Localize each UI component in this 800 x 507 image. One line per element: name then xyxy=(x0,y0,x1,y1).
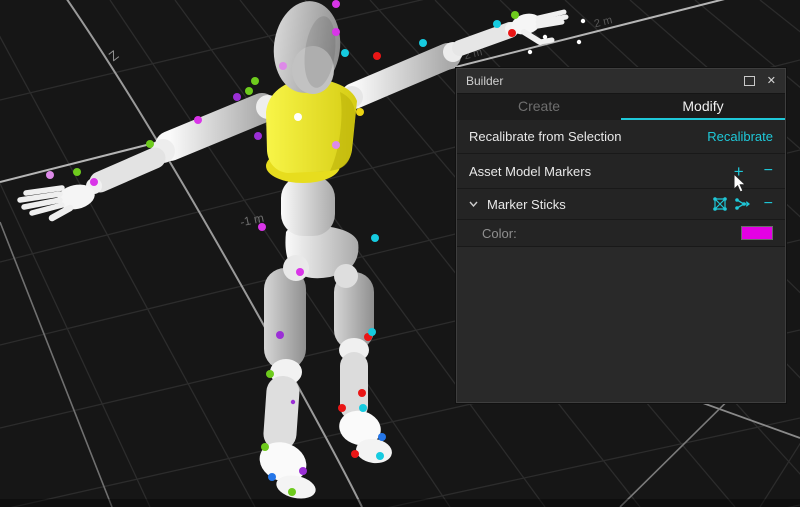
marker-dot[interactable] xyxy=(332,0,340,8)
builder-panel-titlebar[interactable]: Builder ✕ xyxy=(457,69,785,93)
marker-dot[interactable] xyxy=(288,488,296,496)
stick-color-row: Color: xyxy=(457,220,785,247)
marker-dot[interactable] xyxy=(261,443,269,451)
marker-dot[interactable] xyxy=(508,29,516,37)
marker-dot[interactable] xyxy=(373,52,381,60)
marker-dot[interactable] xyxy=(258,223,266,231)
marker-dot[interactable] xyxy=(419,39,427,47)
color-label: Color: xyxy=(482,226,517,241)
marker-dot[interactable] xyxy=(268,473,276,481)
tab-modify[interactable]: Modify xyxy=(621,94,785,120)
viewport-bottom-edge xyxy=(0,499,800,507)
marker-dot[interactable] xyxy=(376,452,384,460)
marker-dot[interactable] xyxy=(351,450,359,458)
marker-dot[interactable] xyxy=(368,328,376,336)
create-sticks-chain-icon[interactable] xyxy=(734,196,750,212)
marker-dot[interactable] xyxy=(266,370,274,378)
color-swatch[interactable] xyxy=(741,226,773,240)
marker-dot[interactable] xyxy=(332,141,340,149)
marker-sticks-actions: − xyxy=(712,196,773,212)
asset-model-markers-row: Asset Model Markers + − xyxy=(457,154,785,189)
marker-dot[interactable] xyxy=(577,40,581,44)
recalibrate-label: Recalibrate from Selection xyxy=(469,129,621,144)
add-marker-button[interactable]: + xyxy=(734,163,744,180)
marker-dot[interactable] xyxy=(543,35,547,39)
marker-dot[interactable] xyxy=(356,108,364,116)
marker-dot[interactable] xyxy=(254,132,262,140)
marker-dot[interactable] xyxy=(233,93,241,101)
marker-dot[interactable] xyxy=(371,234,379,242)
recalibrate-row: Recalibrate from Selection Recalibrate xyxy=(457,120,785,154)
builder-tabbar: Create Modify xyxy=(457,93,785,120)
marker-dot[interactable] xyxy=(358,389,366,397)
marker-dot[interactable] xyxy=(299,467,307,475)
marker-dot[interactable] xyxy=(378,433,386,441)
float-window-icon[interactable] xyxy=(744,76,755,86)
marker-dot[interactable] xyxy=(279,62,287,70)
panel-title: Builder xyxy=(466,74,503,88)
remove-marker-button[interactable]: − xyxy=(764,163,773,179)
marker-dot[interactable] xyxy=(73,168,81,176)
marker-dot[interactable] xyxy=(528,50,532,54)
tab-create[interactable]: Create xyxy=(457,94,621,120)
marker-dot[interactable] xyxy=(90,178,98,186)
marker-dot[interactable] xyxy=(338,404,346,412)
asset-model-markers-label: Asset Model Markers xyxy=(469,164,591,179)
marker-dot[interactable] xyxy=(332,28,340,36)
chevron-down-icon[interactable] xyxy=(469,201,478,207)
marker-dot[interactable] xyxy=(46,171,54,179)
marker-sticks-row: Marker Sticks xyxy=(457,189,785,220)
close-icon[interactable]: ✕ xyxy=(767,76,776,87)
marker-dot[interactable] xyxy=(359,404,367,412)
marker-dot[interactable] xyxy=(245,87,253,95)
marker-dot[interactable] xyxy=(296,268,304,276)
panel-empty-area xyxy=(457,247,785,402)
recalibrate-button[interactable]: Recalibrate xyxy=(707,129,773,144)
remove-sticks-button[interactable]: − xyxy=(764,196,773,212)
builder-panel: Builder ✕ Create Modify Recalibrate from… xyxy=(456,68,786,403)
marker-dot[interactable] xyxy=(291,400,295,404)
marker-dot[interactable] xyxy=(493,20,501,28)
marker-dot[interactable] xyxy=(341,49,349,57)
marker-dot[interactable] xyxy=(276,331,284,339)
create-sticks-all-icon[interactable] xyxy=(712,196,728,212)
app-window: Z -1 m 2 m 2 m xyxy=(0,0,800,507)
marker-dot[interactable] xyxy=(146,140,154,148)
marker-dot[interactable] xyxy=(511,11,519,19)
marker-sticks-label: Marker Sticks xyxy=(487,197,566,212)
marker-dot[interactable] xyxy=(581,19,585,23)
marker-dot[interactable] xyxy=(294,113,302,121)
marker-dot[interactable] xyxy=(194,116,202,124)
marker-dot[interactable] xyxy=(251,77,259,85)
